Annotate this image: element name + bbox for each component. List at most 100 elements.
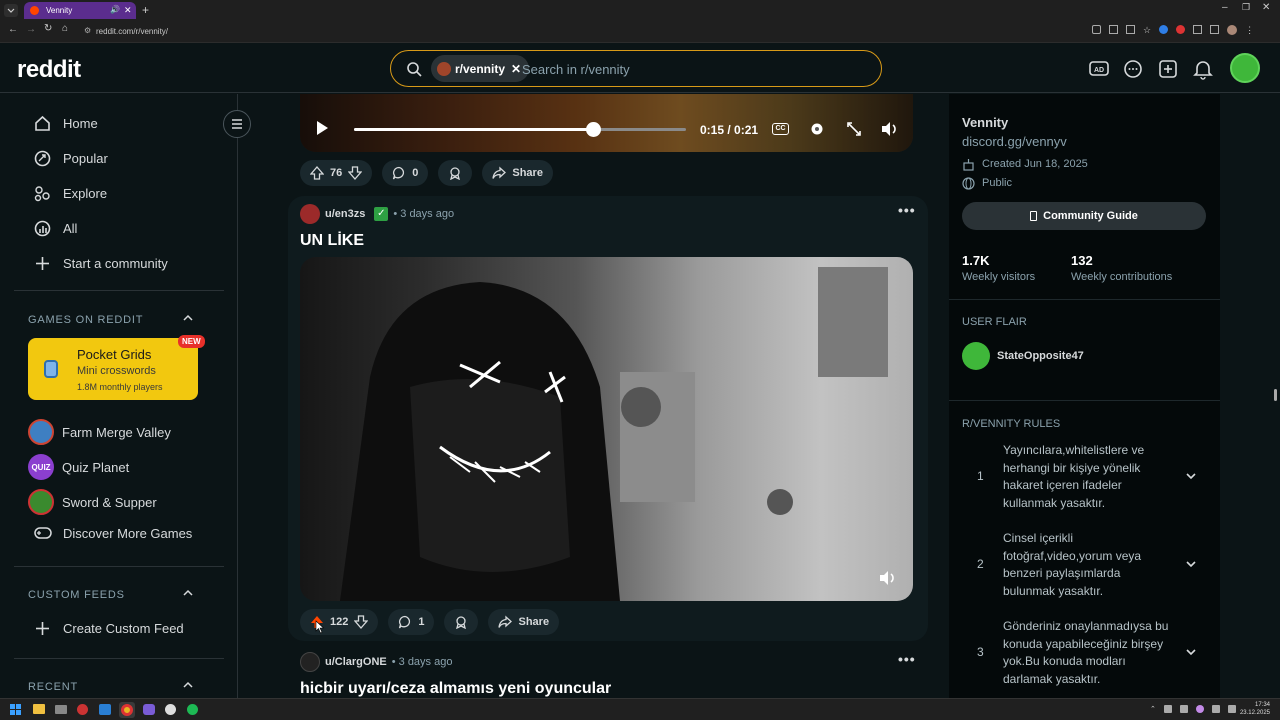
nav-all[interactable]: All — [34, 220, 77, 237]
window-minimize-icon[interactable]: – — [1222, 2, 1228, 13]
chat-icon[interactable] — [1122, 58, 1144, 80]
game-quiz-planet[interactable]: QUIZ Quiz Planet — [28, 454, 129, 480]
zoom-icon[interactable] — [1126, 25, 1135, 34]
extensions-area[interactable]: ☆ ⋮ — [1092, 25, 1262, 37]
captions-icon[interactable]: CC — [772, 123, 789, 135]
rule-item[interactable]: 3 Gönderiniz onaylanmadıysa bu konuda ya… — [977, 618, 1199, 688]
volume-icon[interactable] — [881, 121, 899, 137]
downvote-icon[interactable] — [348, 166, 363, 180]
user-avatar[interactable] — [1230, 53, 1260, 83]
speaker-icon[interactable] — [1227, 705, 1236, 713]
chevron-down-icon[interactable] — [1185, 470, 1197, 482]
tray-icon[interactable] — [1195, 705, 1204, 713]
file-explorer-icon[interactable] — [33, 704, 45, 714]
chevron-down-icon[interactable] — [1185, 646, 1197, 658]
tray-icon[interactable] — [1179, 705, 1188, 713]
game-sword-supper[interactable]: Sword & Supper — [28, 489, 157, 515]
extension-red-icon[interactable] — [1176, 25, 1186, 34]
community-link[interactable]: discord.gg/vennyv — [962, 134, 1067, 149]
taskbar-app-icon[interactable] — [99, 704, 111, 715]
discover-games[interactable]: Discover More Games — [34, 524, 192, 542]
taskbar-app-icon[interactable] — [55, 705, 67, 714]
profile-avatar-icon[interactable] — [1227, 25, 1238, 35]
award-button[interactable] — [438, 160, 473, 186]
taskbar-app-icon[interactable] — [77, 704, 88, 715]
tray-icon[interactable] — [1163, 705, 1172, 713]
share-button[interactable]: Share — [482, 160, 553, 186]
chevron-up-icon[interactable] — [182, 679, 194, 691]
tab-close-icon[interactable]: ✕ — [124, 5, 132, 16]
nav-home[interactable]: Home — [34, 115, 98, 132]
chevron-up-icon[interactable] — [182, 587, 194, 599]
nav-start-community[interactable]: Start a community — [34, 255, 168, 272]
flair-avatar[interactable] — [962, 342, 990, 370]
chevron-down-icon[interactable] — [1185, 558, 1197, 570]
upvote-icon[interactable] — [310, 166, 324, 180]
post-options-icon[interactable]: ••• — [898, 651, 916, 667]
back-icon[interactable]: ← — [8, 24, 18, 35]
forward-icon[interactable]: → — [26, 24, 36, 35]
chrome-taskbar-icon[interactable] — [119, 702, 135, 718]
search-bar[interactable]: r/vennity ✕ Search in r/vennity — [390, 50, 882, 87]
pocket-grids-card[interactable]: Pocket Grids Mini crosswords 1.8M monthl… — [28, 335, 205, 400]
post-title[interactable]: hicbir uyarı/ceza almamıs yeni oyuncular — [300, 680, 611, 698]
search-input[interactable]: Search in r/vennity — [522, 62, 630, 77]
comments-button[interactable]: 0 — [382, 160, 429, 186]
window-close-icon[interactable]: ✕ — [1262, 2, 1270, 13]
tab-list-button[interactable] — [4, 4, 18, 17]
comments-button[interactable]: 1 — [388, 609, 435, 635]
video-progress-knob[interactable] — [586, 122, 602, 137]
bookmark-star-icon[interactable]: ☆ — [1143, 25, 1151, 37]
post-title[interactable]: UN LİKE — [300, 232, 364, 250]
window-restore-icon[interactable]: ❐ — [1242, 2, 1250, 13]
extension-blue-icon[interactable] — [1159, 25, 1169, 34]
downvote-icon[interactable] — [354, 615, 369, 629]
create-post-icon[interactable] — [1157, 58, 1179, 80]
nav-popular[interactable]: Popular — [34, 150, 108, 167]
search-community-chip[interactable]: r/vennity ✕ — [431, 55, 530, 82]
active-tab[interactable]: Vennity 🔊 ✕ — [24, 2, 136, 19]
reload-icon[interactable]: ↻ — [44, 23, 52, 34]
spotify-icon[interactable] — [187, 704, 198, 715]
home-browser-icon[interactable]: ⌂ — [62, 23, 68, 34]
chevron-up-icon[interactable] — [182, 312, 194, 324]
author-avatar[interactable] — [300, 652, 320, 672]
share-button[interactable]: Share — [488, 609, 560, 635]
translate-icon[interactable] — [1109, 25, 1118, 34]
reddit-logo[interactable]: reddit — [17, 56, 81, 84]
post-options-icon[interactable]: ••• — [898, 202, 916, 218]
post-author[interactable]: u/ClargONE — [325, 656, 387, 668]
scrollbar-thumb[interactable] — [1274, 389, 1277, 401]
video-player-1[interactable]: 0:15 / 0:21 CC — [300, 94, 913, 152]
create-custom-feed[interactable]: Create Custom Feed — [34, 620, 184, 637]
tray-chevron-icon[interactable]: ⌃ — [1150, 705, 1156, 713]
rule-item[interactable]: 1 Yayıncılara,whitelistlere ve herhangi … — [977, 442, 1199, 512]
settings-gear-icon[interactable] — [809, 121, 825, 137]
volume-icon[interactable] — [879, 570, 897, 586]
play-icon[interactable] — [314, 120, 330, 136]
nav-explore[interactable]: Explore — [34, 185, 107, 202]
fullscreen-icon[interactable] — [846, 121, 862, 137]
taskbar-app-icon[interactable] — [143, 704, 155, 715]
page-scrollbar[interactable] — [1270, 94, 1280, 698]
flair-username[interactable]: StateOpposite47 — [997, 350, 1084, 362]
taskbar-app-icon[interactable] — [165, 704, 176, 715]
post-author[interactable]: u/en3zs — [325, 208, 365, 220]
taskbar-clock[interactable]: 17:34 23.12.2025 — [1238, 701, 1270, 717]
cast-icon[interactable] — [1092, 25, 1101, 34]
author-avatar[interactable] — [300, 204, 320, 224]
notifications-bell-icon[interactable] — [1192, 58, 1214, 80]
system-tray[interactable]: ⌃ — [1150, 705, 1236, 713]
url-field[interactable]: ⚙ reddit.com/r/vennity/ — [82, 23, 1082, 40]
reading-list-icon[interactable] — [1210, 25, 1220, 34]
chip-close-icon[interactable]: ✕ — [511, 62, 521, 76]
site-info-icon[interactable]: ⚙ — [84, 26, 91, 35]
community-guide-button[interactable]: Community Guide — [962, 202, 1206, 230]
new-tab-button[interactable]: + — [142, 3, 149, 17]
award-button[interactable] — [444, 609, 479, 635]
advertise-icon[interactable]: AD — [1088, 58, 1110, 80]
video-progress-bar[interactable] — [354, 122, 686, 137]
start-icon[interactable] — [10, 704, 21, 715]
tab-audio-icon[interactable]: 🔊 — [110, 5, 120, 14]
extensions-puzzle-icon[interactable] — [1193, 25, 1203, 34]
